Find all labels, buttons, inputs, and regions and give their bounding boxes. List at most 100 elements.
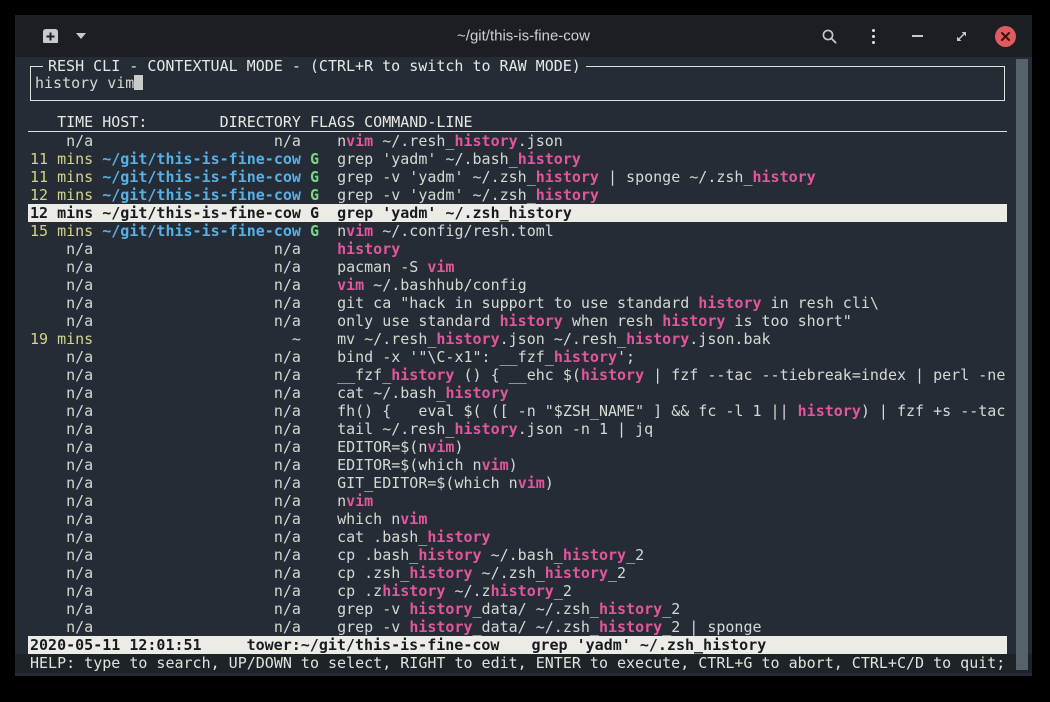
row-flags: G <box>310 150 319 168</box>
status-command: grep 'yadm' ~/.zsh_history <box>531 636 766 654</box>
table-row[interactable]: n/a n/a grep -v history_data/ ~/.zsh_his… <box>28 618 1007 636</box>
row-directory: ~/git/this-is-fine-cow <box>102 168 301 186</box>
row-directory: ~ <box>102 330 301 348</box>
row-time: n/a <box>30 456 93 474</box>
search-match: history <box>798 402 861 420</box>
new-tab-icon <box>41 29 60 44</box>
table-row[interactable]: 12 mins ~/git/this-is-fine-cow G grep -v… <box>28 186 1007 204</box>
table-row[interactable]: n/a n/a __fzf_history () { __ehc $(histo… <box>28 366 1007 384</box>
menu-button[interactable] <box>863 26 883 46</box>
search-match: history <box>753 168 816 186</box>
row-command: history <box>337 240 400 258</box>
row-directory: n/a <box>102 528 301 546</box>
search-match: history <box>391 366 454 384</box>
search-match: history <box>491 582 554 600</box>
search-match: vim <box>482 456 509 474</box>
row-time: n/a <box>30 510 93 528</box>
search-match: history <box>427 528 490 546</box>
table-row[interactable]: n/a n/a nvim <box>28 492 1007 510</box>
row-directory: n/a <box>102 384 301 402</box>
table-row[interactable]: n/a n/a which nvim <box>28 510 1007 528</box>
status-bar: 2020-05-11 12:01:51tower:~/git/this-is-f… <box>28 636 1007 654</box>
row-flags: G <box>310 222 319 240</box>
new-tab-button[interactable] <box>41 29 60 44</box>
titlebar[interactable]: ~/git/this-is-fine-cow <box>15 15 1032 57</box>
row-command: GIT_EDITOR=$(which nvim) <box>337 474 554 492</box>
table-row[interactable]: n/a n/a bind -x '"\C-x1": __fzf_history'… <box>28 348 1007 366</box>
help-line: HELP: type to search, UP/DOWN to select,… <box>15 654 1032 673</box>
row-command: tail ~/.resh_history.json -n 1 | jq <box>337 420 653 438</box>
table-row[interactable]: n/a n/a git ca "hack in support to use s… <box>28 294 1007 312</box>
row-command: nvim <box>337 492 373 510</box>
search-match: vim <box>427 438 454 456</box>
table-row[interactable]: n/a n/a cp .bash_history ~/.bash_history… <box>28 546 1007 564</box>
table-row[interactable]: n/a n/a nvim ~/.resh_history.json <box>28 132 1007 150</box>
restore-button[interactable] <box>951 26 971 46</box>
search-button[interactable] <box>819 26 839 46</box>
search-match: vim <box>518 474 545 492</box>
search-match: history <box>409 618 472 636</box>
row-directory: n/a <box>102 474 301 492</box>
table-row[interactable]: n/a n/a fh() { eval $( ([ -n "$ZSH_NAME"… <box>28 402 1007 420</box>
terminal-content[interactable]: RESH CLI - CONTEXTUAL MODE - (CTRL+R to … <box>15 57 1032 676</box>
close-button[interactable] <box>995 26 1016 47</box>
row-command: mv ~/.resh_history.json ~/.resh_history.… <box>337 330 771 348</box>
table-row[interactable]: 11 mins ~/git/this-is-fine-cow G grep 'y… <box>28 150 1007 168</box>
table-row[interactable]: n/a n/a cat .bash_history <box>28 528 1007 546</box>
search-match: vim <box>427 258 454 276</box>
row-command: grep -v 'yadm' ~/.zsh_history | sponge ~… <box>337 168 816 186</box>
row-command: cat ~/.bash_history <box>337 384 509 402</box>
search-match: history <box>382 582 445 600</box>
table-row[interactable]: n/a n/a pacman -S vim <box>28 258 1007 276</box>
table-row[interactable]: n/a n/a history <box>28 240 1007 258</box>
row-flags <box>310 600 319 618</box>
row-flags <box>310 258 319 276</box>
row-command: only use standard history when resh hist… <box>337 312 852 330</box>
row-time: n/a <box>30 564 93 582</box>
row-directory: ~/git/this-is-fine-cow <box>102 222 301 240</box>
window-title: ~/git/this-is-fine-cow <box>457 28 590 45</box>
table-row[interactable]: n/a n/a only use standard history when r… <box>28 312 1007 330</box>
table-row-selected[interactable]: 12 mins ~/git/this-is-fine-cow G grep 'y… <box>28 204 1007 222</box>
search-match: vim <box>346 222 373 240</box>
table-row[interactable]: 19 mins ~ mv ~/.resh_history.json ~/.res… <box>28 330 1007 348</box>
table-row[interactable]: n/a n/a cp .zsh_history ~/.zsh_history_2 <box>28 564 1007 582</box>
row-time: n/a <box>30 492 93 510</box>
row-time: n/a <box>30 600 93 618</box>
row-command: git ca "hack in support to use standard … <box>337 294 879 312</box>
row-directory: ~/git/this-is-fine-cow <box>102 150 301 168</box>
search-match: history <box>536 186 599 204</box>
table-row[interactable]: n/a n/a cp .zhistory ~/.zhistory_2 <box>28 582 1007 600</box>
chevron-down-icon[interactable] <box>76 33 86 39</box>
row-command: which nvim <box>337 510 427 528</box>
table-row[interactable]: n/a n/a cat ~/.bash_history <box>28 384 1007 402</box>
table-row[interactable]: n/a n/a EDITOR=$(which nvim) <box>28 456 1007 474</box>
table-row[interactable]: n/a n/a tail ~/.resh_history.json -n 1 |… <box>28 420 1007 438</box>
search-match: vim <box>346 132 373 150</box>
scrollbar[interactable] <box>1016 59 1028 670</box>
row-directory: n/a <box>102 420 301 438</box>
row-time: 12 mins <box>30 204 93 222</box>
row-directory: n/a <box>102 312 301 330</box>
row-command: grep -v history_data/ ~/.zsh_history_2 |… <box>337 618 761 636</box>
row-directory: n/a <box>102 456 301 474</box>
search-match: history <box>563 546 626 564</box>
search-match: history <box>554 348 617 366</box>
table-row[interactable]: n/a n/a grep -v history_data/ ~/.zsh_his… <box>28 600 1007 618</box>
row-time: n/a <box>30 420 93 438</box>
row-directory: n/a <box>102 618 301 636</box>
row-flags <box>310 438 319 456</box>
row-directory: n/a <box>102 492 301 510</box>
minimize-button[interactable] <box>907 26 927 46</box>
row-time: n/a <box>30 474 93 492</box>
table-row[interactable]: n/a n/a vim ~/.bashhub/config <box>28 276 1007 294</box>
row-flags: G <box>310 168 319 186</box>
table-row[interactable]: 15 mins ~/git/this-is-fine-cow G nvim ~/… <box>28 222 1007 240</box>
table-row[interactable]: 11 mins ~/git/this-is-fine-cow G grep -v… <box>28 168 1007 186</box>
table-row[interactable]: n/a n/a EDITOR=$(nvim) <box>28 438 1007 456</box>
search-match: history <box>445 384 508 402</box>
row-command: EDITOR=$(which nvim) <box>337 456 518 474</box>
table-row[interactable]: n/a n/a GIT_EDITOR=$(which nvim) <box>28 474 1007 492</box>
search-match: history <box>599 600 662 618</box>
row-directory: n/a <box>102 240 301 258</box>
